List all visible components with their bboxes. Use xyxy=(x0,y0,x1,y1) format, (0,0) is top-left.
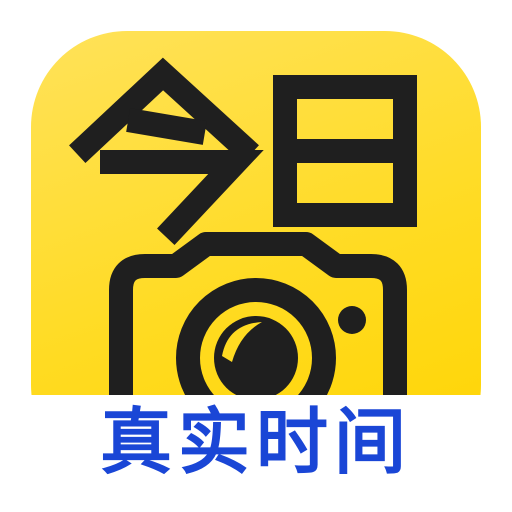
app-icon-canvas: 真实时间 今日 xyxy=(0,0,512,512)
title-glyph-ri xyxy=(273,75,417,227)
title-glyph-jin xyxy=(69,57,264,245)
app-caption: 真实时间 xyxy=(99,400,412,484)
camera-flash-dot xyxy=(338,306,366,334)
